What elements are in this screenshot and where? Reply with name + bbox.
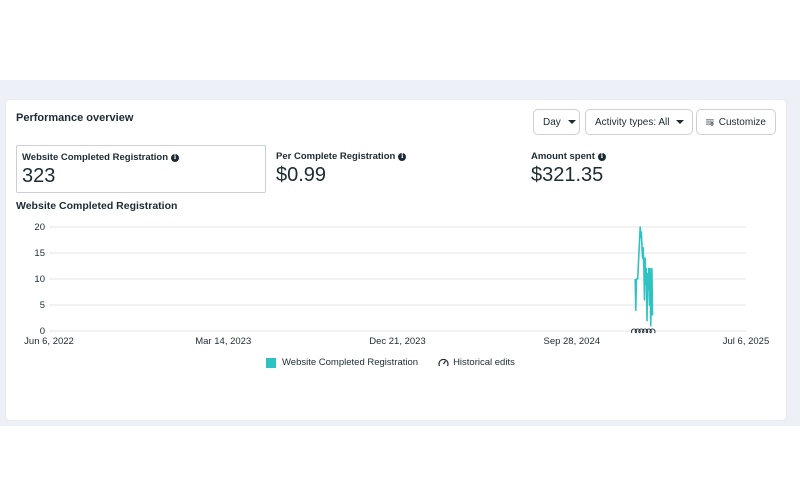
day-dropdown-label: Day (543, 116, 561, 128)
info-icon[interactable]: i (398, 152, 407, 161)
x-tick-label: Jul 6, 2025 (723, 336, 769, 347)
metric-value: $321.35 (531, 164, 604, 186)
performance-overview-card: Performance overview Day Activity types:… (6, 100, 786, 420)
chart-title: Website Completed Registration (16, 200, 178, 212)
metric-label: Per Complete Registration (276, 151, 396, 162)
metric-label-row: Website Completed Registration i (22, 152, 180, 163)
series-line (634, 226, 654, 327)
metric-value: 323 (22, 165, 56, 187)
gauge-icon (438, 358, 449, 366)
caret-down-icon (567, 120, 576, 124)
legend-series-label: Website Completed Registration (282, 357, 419, 368)
metric-label: Amount spent (531, 151, 595, 162)
sliders-icon (706, 119, 714, 126)
chart-legend: Website Completed Registration Historica… (266, 357, 515, 368)
registration-line-chart: 05101520Jun 6, 2022 Mar 14, 2023 Dec 21, 2… (24, 222, 769, 347)
activity-types-label: Activity types: All (595, 116, 670, 128)
customize-label: Customize (718, 116, 766, 128)
info-icon[interactable]: i (171, 153, 180, 162)
x-tick-label: Jun 6, 2022 (24, 336, 74, 347)
day-dropdown[interactable]: Day (533, 109, 580, 135)
legend-edits-label[interactable]: Historical edits (453, 357, 515, 368)
metric-value: $0.99 (276, 164, 327, 186)
page-background: Performance overview Day Activity types:… (0, 80, 800, 426)
y-tick-label: 5 (40, 300, 45, 311)
y-tick-label: 20 (34, 222, 45, 233)
activity-types-dropdown[interactable]: Activity types: All (585, 109, 693, 135)
metric-label-row: Per Complete Registration i (276, 151, 407, 162)
y-tick-label: 15 (34, 248, 45, 259)
metric-website-completed-registration[interactable]: Website Completed Registration i 323 (16, 145, 266, 193)
customize-button[interactable]: Customize (696, 109, 776, 135)
legend-swatch-series[interactable] (266, 357, 276, 368)
x-tick-label: Mar 14, 2023 (195, 336, 251, 347)
metric-per-complete-registration[interactable]: Per Complete Registration i $0.99 (271, 145, 521, 193)
info-icon[interactable]: i (597, 152, 606, 161)
caret-down-icon (676, 120, 685, 124)
metric-amount-spent[interactable]: Amount spent i $321.35 (526, 145, 776, 193)
x-tick-label: Sep 28, 2024 (543, 336, 600, 347)
metric-label-row: Amount spent i (531, 151, 606, 162)
y-tick-label: 10 (34, 274, 45, 285)
panel-title: Performance overview (16, 112, 134, 124)
metric-label: Website Completed Registration (22, 152, 169, 163)
x-tick-label: Dec 21, 2023 (369, 336, 426, 347)
